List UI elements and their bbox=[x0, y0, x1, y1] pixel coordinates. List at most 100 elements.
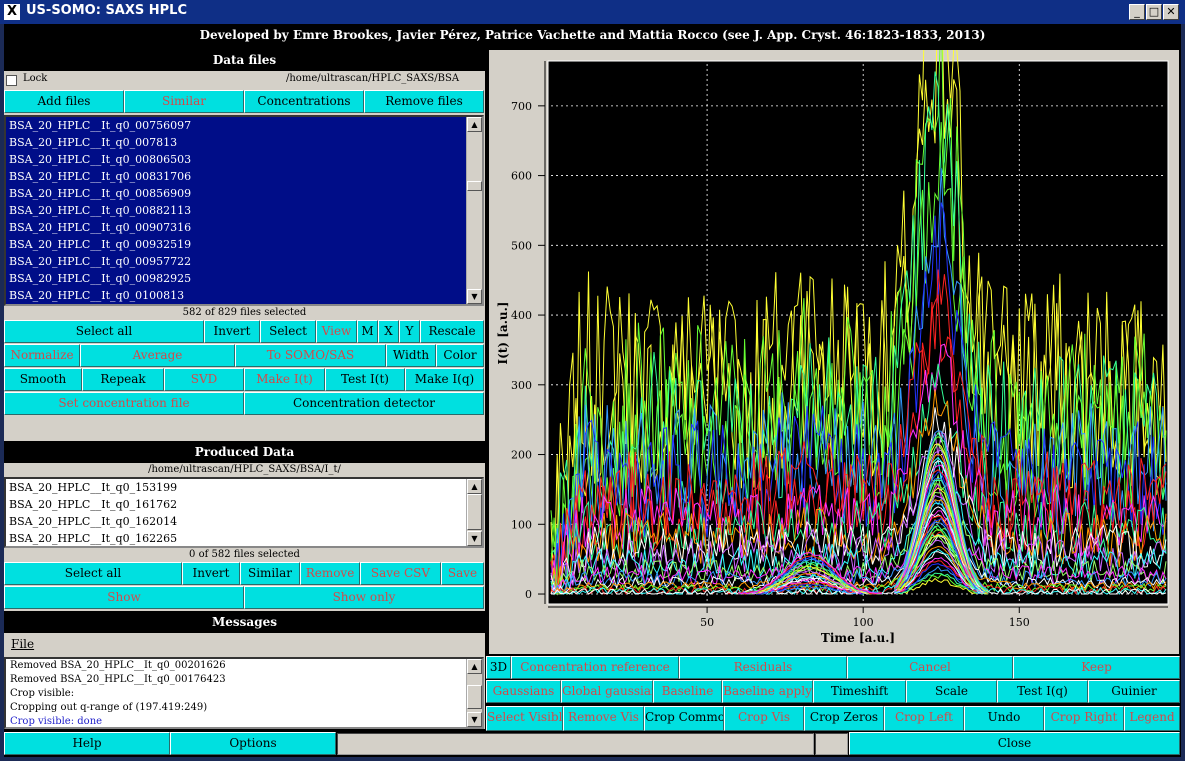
options-button[interactable]: Options bbox=[170, 732, 336, 755]
select-button[interactable]: Select bbox=[260, 320, 316, 343]
scroll-down-arrow-icon[interactable]: ▼ bbox=[467, 531, 482, 546]
concentrations-button[interactable]: Concentrations bbox=[244, 90, 364, 113]
rescale-button[interactable]: Rescale bbox=[420, 320, 484, 343]
invert-button[interactable]: Invert bbox=[204, 320, 260, 343]
scroll-up-arrow-icon[interactable]: ▲ bbox=[467, 117, 482, 132]
close-window-button[interactable]: ✕ bbox=[1163, 4, 1179, 20]
crop-common-button[interactable]: Crop Common bbox=[644, 706, 724, 731]
save-button[interactable]: Save bbox=[441, 562, 484, 585]
x-button[interactable]: X bbox=[378, 320, 399, 343]
m-button[interactable]: M bbox=[357, 320, 378, 343]
svd-button[interactable]: SVD bbox=[164, 368, 244, 391]
select-visible-button[interactable]: Select Visible bbox=[486, 706, 563, 731]
list-item[interactable]: BSA_20_HPLC__It_q0_00806503 bbox=[6, 151, 482, 168]
messages-scrollbar[interactable]: ▲ ▼ bbox=[466, 659, 482, 727]
file-menu[interactable]: File bbox=[11, 637, 34, 651]
remove-vis-button[interactable]: Remove Vis bbox=[563, 706, 644, 731]
test-i-t-button[interactable]: Test I(t) bbox=[325, 368, 405, 391]
repeak-button[interactable]: Repeak bbox=[82, 368, 164, 391]
cancel-button[interactable]: Cancel bbox=[847, 656, 1013, 679]
crop-left-button[interactable]: Crop Left bbox=[884, 706, 964, 731]
intensity-time-plot[interactable]: 0 100 200 300 400 500 600 700 50 100 150 Time [a.u… bbox=[489, 50, 1179, 654]
produced-data-list[interactable]: BSA_20_HPLC__It_q0_153199 BSA_20_HPLC__It… bbox=[4, 477, 484, 548]
make-i-t-button[interactable]: Make I(t) bbox=[244, 368, 325, 391]
list-item[interactable]: BSA_20_HPLC__It_q0_0100813 bbox=[6, 287, 482, 304]
y-tick-label: 300 bbox=[511, 379, 532, 392]
scroll-thumb[interactable] bbox=[467, 685, 482, 709]
concentration-reference-button[interactable]: Concentration reference bbox=[511, 656, 679, 679]
list-item[interactable]: BSA_20_HPLC__It_q0_00856909 bbox=[6, 185, 482, 202]
normalize-button[interactable]: Normalize bbox=[4, 344, 80, 367]
remove-files-button[interactable]: Remove files bbox=[364, 90, 484, 113]
3d-button[interactable]: 3D bbox=[486, 656, 511, 679]
messages-log: Removed BSA_20_HPLC__It_q0_00201626 Remov… bbox=[4, 657, 484, 729]
help-button[interactable]: Help bbox=[4, 732, 170, 755]
smooth-button[interactable]: Smooth bbox=[4, 368, 82, 391]
message-line: Crop visible: bbox=[10, 688, 75, 699]
show-button[interactable]: Show bbox=[4, 586, 244, 609]
scroll-down-arrow-icon[interactable]: ▼ bbox=[467, 289, 482, 304]
maximize-button[interactable]: □ bbox=[1146, 4, 1162, 20]
keep-button[interactable]: Keep bbox=[1013, 656, 1180, 679]
select-all-button[interactable]: Select all bbox=[4, 562, 182, 585]
undo-button[interactable]: Undo bbox=[964, 706, 1044, 731]
list-item[interactable]: BSA_20_HPLC__It_q0_162014 bbox=[6, 513, 482, 530]
list-item[interactable]: BSA_20_HPLC__It_q0_153199 bbox=[6, 479, 482, 496]
scroll-thumb[interactable] bbox=[467, 181, 482, 191]
test-i-q-button[interactable]: Test I(q) bbox=[997, 680, 1088, 703]
list-item[interactable]: BSA_20_HPLC__It_q0_00932519 bbox=[6, 236, 482, 253]
list-item[interactable]: BSA_20_HPLC__It_q0_00957722 bbox=[6, 253, 482, 270]
list-item[interactable]: BSA_20_HPLC__It_q0_161762 bbox=[6, 496, 482, 513]
show-only-button[interactable]: Show only bbox=[244, 586, 484, 609]
legend-button[interactable]: Legend bbox=[1124, 706, 1180, 731]
remove-button[interactable]: Remove bbox=[300, 562, 360, 585]
list-item[interactable]: BSA_20_HPLC__It_q0_00982925 bbox=[6, 270, 482, 287]
scale-button[interactable]: Scale bbox=[906, 680, 997, 703]
crop-right-button[interactable]: Crop Right bbox=[1044, 706, 1124, 731]
close-button[interactable]: Close bbox=[849, 732, 1180, 755]
average-button[interactable]: Average bbox=[80, 344, 235, 367]
x-tick-label: 150 bbox=[1009, 616, 1030, 629]
global-gaussians-button[interactable]: Global gaussians bbox=[561, 680, 653, 703]
produced-data-scrollbar[interactable]: ▲ ▼ bbox=[466, 479, 482, 546]
list-item[interactable]: BSA_20_HPLC__It_q0_007813 bbox=[6, 134, 482, 151]
list-item[interactable]: BSA_20_HPLC__It_q0_00907316 bbox=[6, 219, 482, 236]
window-titlebar[interactable]: X US-SOMO: SAXS HPLC _ □ ✕ bbox=[0, 0, 1185, 24]
data-files-list[interactable]: BSA_20_HPLC__It_q0_00756097 BSA_20_HPLC__… bbox=[4, 115, 484, 306]
minimize-button[interactable]: _ bbox=[1129, 4, 1145, 20]
list-item[interactable]: BSA_20_HPLC__It_q0_00882113 bbox=[6, 202, 482, 219]
concentration-detector-button[interactable]: Concentration detector bbox=[244, 392, 484, 415]
width-button[interactable]: Width bbox=[386, 344, 436, 367]
list-item[interactable]: BSA_20_HPLC__It_q0_00831706 bbox=[6, 168, 482, 185]
scroll-down-arrow-icon[interactable]: ▼ bbox=[467, 712, 482, 727]
add-files-button[interactable]: Add files bbox=[4, 90, 124, 113]
invert-button[interactable]: Invert bbox=[182, 562, 240, 585]
similar-button[interactable]: Similar bbox=[240, 562, 300, 585]
y-button[interactable]: Y bbox=[399, 320, 420, 343]
set-concentration-file-button[interactable]: Set concentration file bbox=[4, 392, 244, 415]
data-files-scrollbar[interactable]: ▲ ▼ bbox=[466, 117, 482, 304]
guinier-button[interactable]: Guinier bbox=[1088, 680, 1180, 703]
scroll-thumb[interactable] bbox=[467, 494, 482, 530]
select-all-button[interactable]: Select all bbox=[4, 320, 204, 343]
make-i-q-button[interactable]: Make I(q) bbox=[405, 368, 484, 391]
similar-button[interactable]: Similar bbox=[124, 90, 244, 113]
residuals-button[interactable]: Residuals bbox=[679, 656, 847, 679]
scroll-up-arrow-icon[interactable]: ▲ bbox=[467, 659, 482, 674]
save-csv-button[interactable]: Save CSV bbox=[360, 562, 441, 585]
baseline-button[interactable]: Baseline bbox=[653, 680, 722, 703]
baseline-apply-button[interactable]: Baseline apply bbox=[722, 680, 813, 703]
lock-checkbox[interactable] bbox=[6, 75, 17, 86]
timeshift-button[interactable]: Timeshift bbox=[813, 680, 906, 703]
y-tick-label: 600 bbox=[511, 170, 532, 183]
x-app-icon[interactable]: X bbox=[4, 4, 20, 20]
scroll-up-arrow-icon[interactable]: ▲ bbox=[467, 479, 482, 494]
gaussians-button[interactable]: Gaussians bbox=[486, 680, 561, 703]
crop-zeros-button[interactable]: Crop Zeros bbox=[804, 706, 884, 731]
crop-vis-button[interactable]: Crop Vis bbox=[724, 706, 804, 731]
to-somo-sas-button[interactable]: To SOMO/SAS bbox=[235, 344, 386, 367]
list-item[interactable]: BSA_20_HPLC__It_q0_00756097 bbox=[6, 117, 482, 134]
view-button[interactable]: View bbox=[316, 320, 357, 343]
color-button[interactable]: Color bbox=[436, 344, 484, 367]
list-item[interactable]: BSA_20_HPLC__It_q0_162265 bbox=[6, 530, 482, 547]
